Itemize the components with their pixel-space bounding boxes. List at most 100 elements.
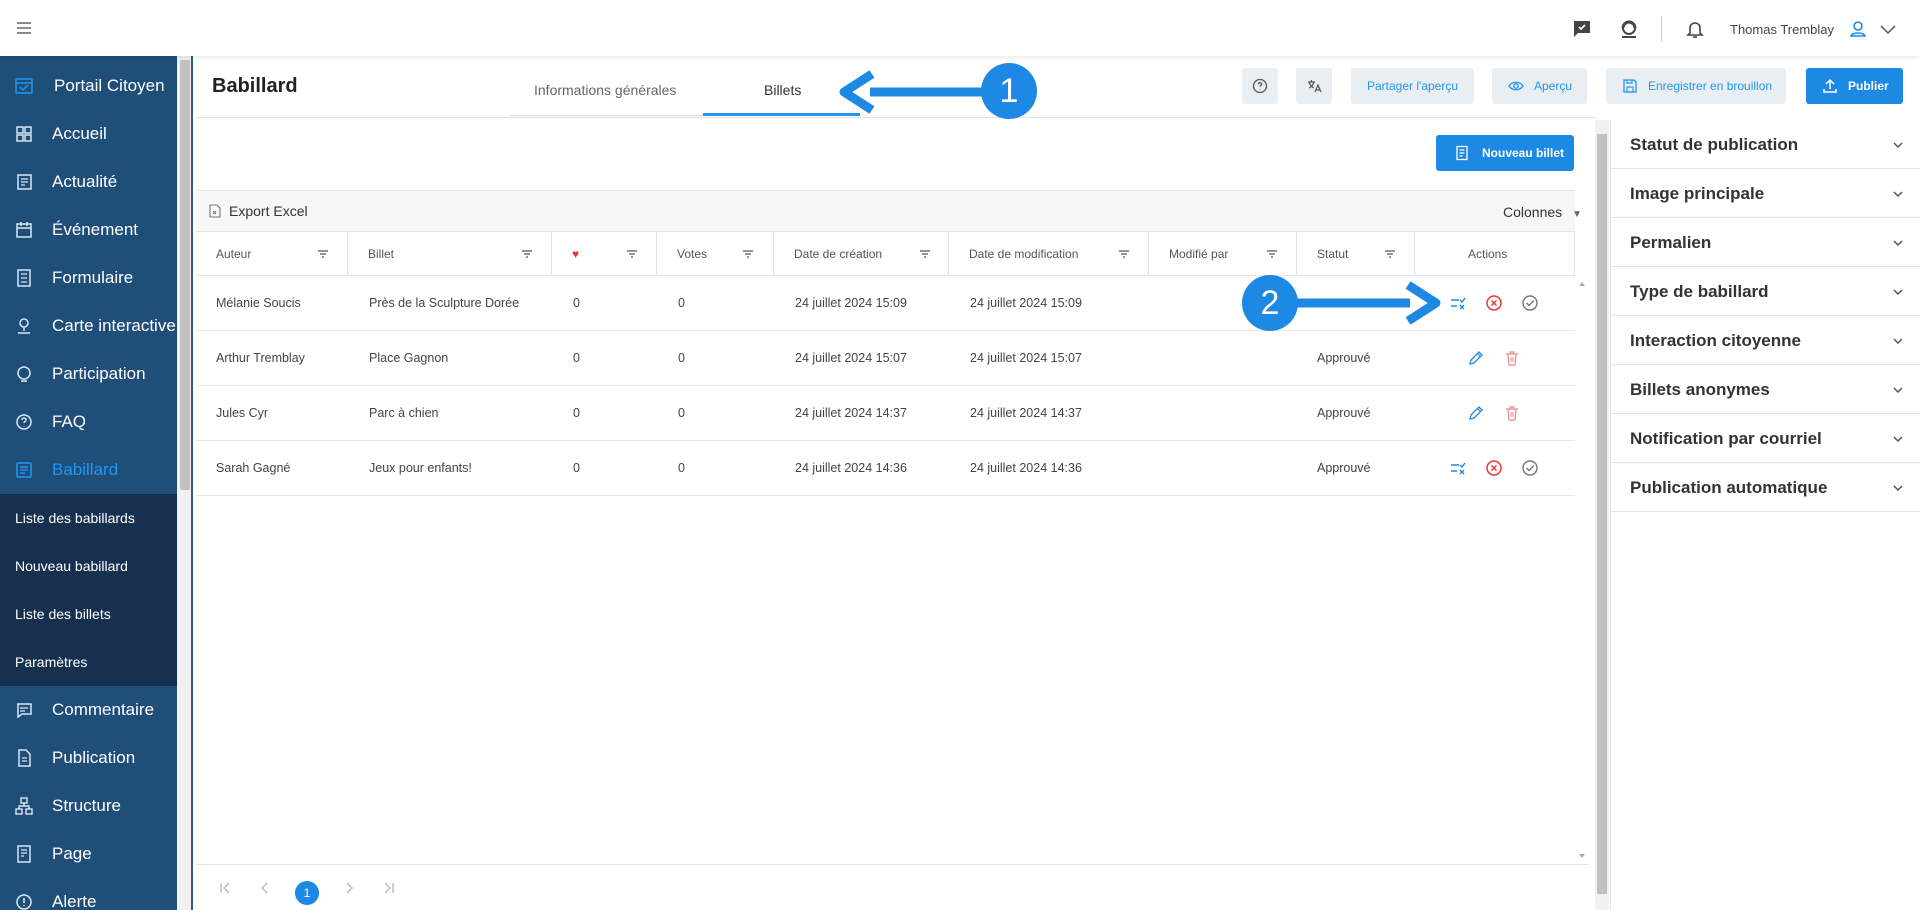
moderate-icon[interactable]	[1449, 459, 1467, 477]
scrollbar-thumb[interactable]	[1597, 134, 1607, 894]
sidebar-item-evenement[interactable]: Événement	[0, 206, 177, 254]
preview-label: Aperçu	[1534, 79, 1573, 93]
last-page-icon[interactable]	[382, 881, 396, 895]
chevron-down-icon[interactable]	[1876, 17, 1900, 41]
filter-icon[interactable]	[1117, 247, 1131, 261]
current-page-button[interactable]: 1	[295, 881, 319, 905]
sidebar-item-faq[interactable]: FAQ	[0, 398, 177, 446]
columns-dropdown[interactable]: Colonnes ▼	[1503, 204, 1582, 220]
approve-icon[interactable]	[1521, 459, 1539, 477]
column-header-modified-by[interactable]: Modifié par	[1149, 232, 1297, 276]
accordion-automatic-publication[interactable]: Publication automatique	[1611, 463, 1920, 512]
accordion-citizen-interaction[interactable]: Interaction citoyenne	[1611, 316, 1920, 365]
new-ticket-button[interactable]: Nouveau billet	[1436, 135, 1574, 171]
cell-modified: 24 juillet 2024 15:07	[970, 351, 1082, 365]
filter-icon[interactable]	[520, 247, 534, 261]
user-icon[interactable]	[1846, 17, 1870, 41]
accordion-anonymous-tickets[interactable]: Billets anonymes	[1611, 365, 1920, 414]
sidebar-subitem-liste-babillards[interactable]: Liste des babillards	[0, 494, 177, 542]
document-icon	[14, 748, 34, 768]
reject-icon[interactable]	[1485, 294, 1503, 312]
help-button[interactable]	[1242, 68, 1278, 104]
sidebar-item-carte-interactive[interactable]: Carte interactive	[0, 302, 177, 350]
grid-scrollbar[interactable]	[1575, 276, 1589, 864]
table-row: Sarah Gagné Jeux pour enfants! 0 0 24 ju…	[196, 441, 1575, 496]
cell-likes: 0	[573, 296, 580, 310]
sidebar-subitem-parametres[interactable]: Paramètres	[0, 638, 177, 686]
filter-icon[interactable]	[1383, 247, 1397, 261]
cell-modified: 24 juillet 2024 14:36	[970, 461, 1082, 475]
column-header-status[interactable]: Statut	[1297, 232, 1415, 276]
sidebar-item-babillard[interactable]: Babillard	[0, 446, 177, 494]
sidebar-item-label: FAQ	[52, 412, 87, 431]
sidebar-item-actualite[interactable]: Actualité	[0, 158, 177, 206]
column-header-label: Auteur	[216, 247, 252, 261]
table-row: Jules Cyr Parc à chien 0 0 24 juillet 20…	[196, 386, 1575, 441]
accordion-board-type[interactable]: Type de babillard	[1611, 267, 1920, 316]
sidebar-item-alerte[interactable]: Alerte	[0, 878, 177, 910]
tab-informations-generales[interactable]: Informations générales	[534, 82, 676, 98]
column-header-ticket[interactable]: Billet	[348, 232, 552, 276]
scrollbar-thumb[interactable]	[180, 60, 190, 490]
sidebar-item-commentaire[interactable]: Commentaire	[0, 686, 177, 734]
approve-icon[interactable]	[1521, 294, 1539, 312]
previous-page-icon[interactable]	[258, 881, 272, 895]
filter-icon[interactable]	[918, 247, 932, 261]
feedback-icon[interactable]	[1570, 17, 1594, 41]
accordion-publication-status[interactable]: Statut de publication	[1611, 120, 1920, 169]
accordion-email-notification[interactable]: Notification par courriel	[1611, 414, 1920, 463]
sidebar-subitem-label: Paramètres	[15, 654, 88, 670]
sidebar-item-formulaire[interactable]: Formulaire	[0, 254, 177, 302]
form-icon	[14, 268, 34, 288]
delete-icon[interactable]	[1503, 404, 1521, 422]
content-scrollbar[interactable]	[1595, 120, 1609, 910]
user-name[interactable]: Thomas Tremblay	[1730, 22, 1834, 37]
sidebar-item-structure[interactable]: Structure	[0, 782, 177, 830]
first-page-icon[interactable]	[218, 881, 232, 895]
accordion-main-image[interactable]: Image principale	[1611, 169, 1920, 218]
support-agent-icon[interactable]	[1617, 17, 1641, 41]
sidebar-item-publication[interactable]: Publication	[0, 734, 177, 782]
edit-icon[interactable]	[1467, 404, 1485, 422]
filter-icon[interactable]	[1265, 247, 1279, 261]
filter-icon[interactable]	[741, 247, 755, 261]
sidebar-scrollbar[interactable]	[177, 56, 193, 910]
publish-button[interactable]: Publier	[1806, 68, 1903, 104]
callout-arrow-1	[839, 70, 988, 114]
next-page-icon[interactable]	[342, 881, 356, 895]
excel-icon	[208, 204, 222, 218]
moderate-icon[interactable]	[1449, 294, 1467, 312]
edit-icon[interactable]	[1467, 349, 1485, 367]
calendar-icon	[14, 220, 34, 240]
sidebar-subitem-nouveau-babillard[interactable]: Nouveau babillard	[0, 542, 177, 590]
sidebar-item-portail-citoyen[interactable]: Portail Citoyen	[0, 62, 177, 110]
preview-button[interactable]: Aperçu	[1492, 68, 1587, 104]
column-header-modified[interactable]: Date de modification	[949, 232, 1149, 276]
sidebar-subitem-liste-billets[interactable]: Liste des billets	[0, 590, 177, 638]
translate-icon	[1306, 78, 1322, 94]
sidebar-item-label: Commentaire	[52, 700, 155, 719]
sidebar-subitem-label: Liste des babillards	[15, 510, 135, 526]
accordion-permalink[interactable]: Permalien	[1611, 218, 1920, 267]
translate-button[interactable]	[1296, 68, 1332, 104]
column-header-votes[interactable]: Votes	[657, 232, 774, 276]
column-header-created[interactable]: Date de création	[774, 232, 949, 276]
share-preview-button[interactable]: Partager l'aperçu	[1351, 68, 1474, 104]
active-tab-indicator	[703, 113, 860, 116]
column-header-likes[interactable]: ♥	[552, 232, 657, 276]
reject-icon[interactable]	[1485, 459, 1503, 477]
bell-icon[interactable]	[1683, 17, 1707, 41]
delete-icon[interactable]	[1503, 349, 1521, 367]
column-header-author[interactable]: Auteur	[196, 232, 348, 276]
save-draft-button[interactable]: Enregistrer en brouillon	[1606, 68, 1786, 104]
tab-billets[interactable]: Billets	[764, 82, 801, 98]
hamburger-menu-icon[interactable]	[14, 18, 34, 38]
chevron-down-icon	[1891, 432, 1905, 446]
cell-created: 24 juillet 2024 15:09	[795, 296, 907, 310]
sidebar-item-participation[interactable]: Participation	[0, 350, 177, 398]
filter-icon[interactable]	[625, 247, 639, 261]
sidebar-item-page[interactable]: Page	[0, 830, 177, 878]
filter-icon[interactable]	[316, 247, 330, 261]
sidebar-item-accueil[interactable]: Accueil	[0, 110, 177, 158]
column-header-label: Modifié par	[1169, 247, 1229, 261]
